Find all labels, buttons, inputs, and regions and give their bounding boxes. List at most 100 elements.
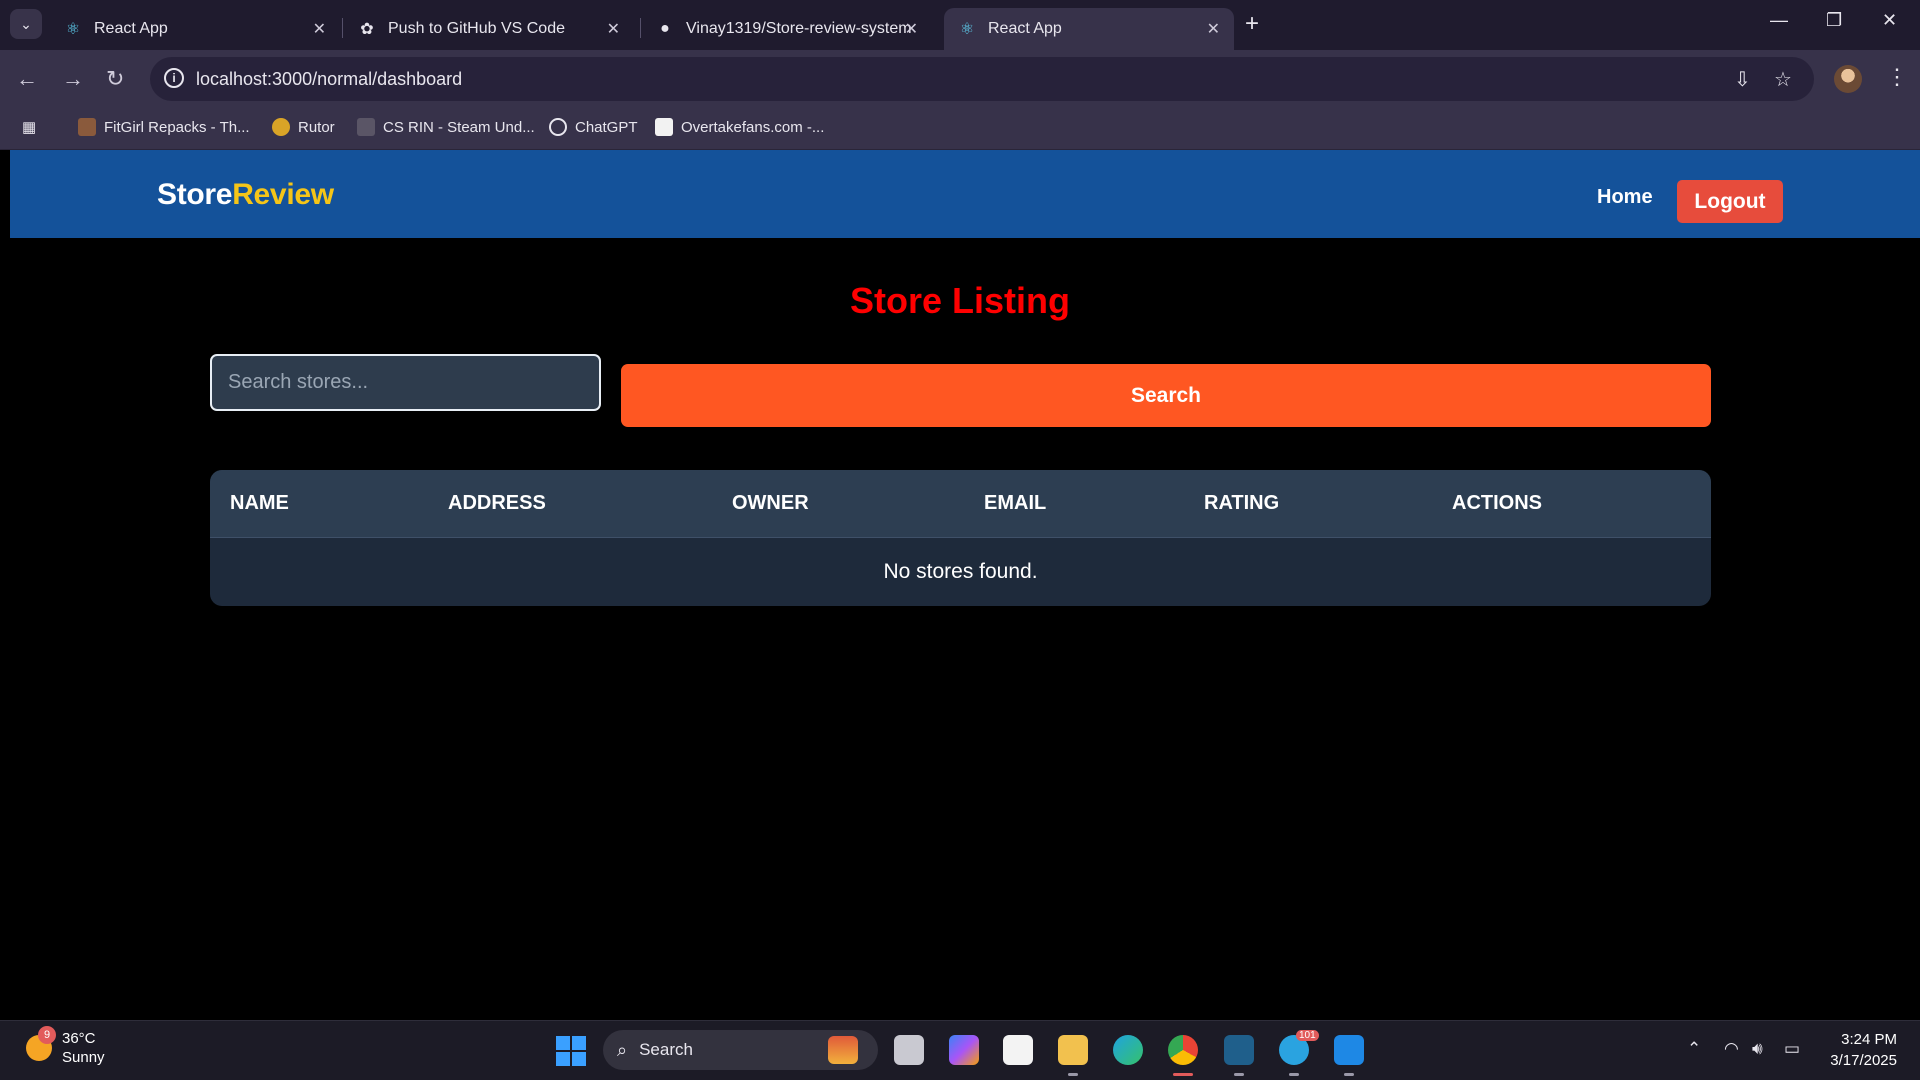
taskbar-search-label: Search xyxy=(639,1040,693,1059)
search-input[interactable] xyxy=(210,354,601,411)
bookmark-chatgpt[interactable]: ChatGPT xyxy=(549,118,638,136)
fitgirl-icon xyxy=(78,118,96,136)
apps-grid-icon[interactable]: ▦ xyxy=(22,118,36,136)
tab-react-app-active[interactable]: ⚛ React App ✕ xyxy=(944,8,1234,50)
running-indicator xyxy=(1068,1073,1078,1076)
volume-icon[interactable]: 🔊︎ xyxy=(1752,1039,1763,1059)
tab-search-chevron-icon[interactable]: ⌄ xyxy=(10,9,42,39)
column-header-actions: ACTIONS xyxy=(1452,492,1542,514)
column-header-address: ADDRESS xyxy=(448,492,546,514)
restore-icon[interactable]: ❐ xyxy=(1826,10,1842,31)
forward-arrow-icon[interactable]: → xyxy=(62,66,84,92)
bookmark-fitgirl[interactable]: FitGirl Repacks - Th... xyxy=(78,118,250,136)
column-header-owner: OWNER xyxy=(732,492,809,514)
nav-home-link[interactable]: Home xyxy=(1597,186,1653,209)
running-indicator xyxy=(1344,1073,1354,1076)
task-view-icon[interactable] xyxy=(894,1035,924,1065)
browser-tab-strip: ⌄ ⚛ React App ✕ ✿ Push to GitHub VS Code… xyxy=(0,0,1920,50)
vscode-icon[interactable] xyxy=(1334,1035,1364,1065)
bookmark-label: Rutor xyxy=(298,118,335,136)
close-icon[interactable]: ✕ xyxy=(1207,19,1220,39)
bookmark-label: CS RIN - Steam Und... xyxy=(383,118,535,136)
microsoft-store-icon[interactable] xyxy=(1003,1035,1033,1065)
tab-divider xyxy=(342,18,343,38)
search-button[interactable]: Search xyxy=(621,364,1711,427)
tab-react-app-1[interactable]: ⚛ React App ✕ xyxy=(50,8,340,50)
weather-widget[interactable]: 9 36°C Sunny xyxy=(26,1026,105,1067)
brand-part-store: Store xyxy=(157,178,233,211)
window-close-icon[interactable]: ✕ xyxy=(1882,10,1897,31)
logout-button[interactable]: Logout xyxy=(1677,180,1783,223)
csrin-icon xyxy=(357,118,375,136)
bookmarks-bar: ▦ FitGirl Repacks - Th... Rutor CS RIN -… xyxy=(0,108,1920,150)
screen: ⌄ ⚛ React App ✕ ✿ Push to GitHub VS Code… xyxy=(0,0,1920,1080)
url-text[interactable]: localhost:3000/normal/dashboard xyxy=(196,69,462,90)
close-icon[interactable]: ✕ xyxy=(607,19,620,39)
active-indicator xyxy=(1173,1073,1193,1076)
brand-part-review: Review xyxy=(232,178,334,211)
react-icon: ⚛ xyxy=(959,21,975,38)
bookmark-overtakefans[interactable]: Overtakefans.com -... xyxy=(655,118,824,136)
sun-icon: 9 xyxy=(26,1026,56,1061)
react-icon: ⚛ xyxy=(65,21,81,38)
minimize-icon[interactable]: — xyxy=(1770,10,1788,31)
tab-title: Push to GitHub VS Code xyxy=(388,20,565,37)
brand-logo[interactable]: StoreReview xyxy=(157,178,334,212)
chatgpt-icon: ✿ xyxy=(360,21,374,38)
chatgpt-icon xyxy=(549,118,567,136)
bookmark-csrin[interactable]: CS RIN - Steam Und... xyxy=(357,118,535,136)
reload-icon[interactable]: ↻ xyxy=(106,66,124,92)
close-icon[interactable]: ✕ xyxy=(905,19,918,39)
stores-table: NAME ADDRESS OWNER EMAIL RATING ACTIONS … xyxy=(210,470,1711,606)
profile-avatar[interactable] xyxy=(1834,65,1862,93)
address-bar[interactable]: i localhost:3000/normal/dashboard ⇩ ☆ xyxy=(150,57,1814,101)
edge-icon[interactable] xyxy=(1113,1035,1143,1065)
mysql-workbench-icon[interactable] xyxy=(1224,1035,1254,1065)
column-header-email: EMAIL xyxy=(984,492,1047,514)
bookmark-rutor[interactable]: Rutor xyxy=(272,118,335,136)
search-icon: ⌕ xyxy=(617,1039,628,1060)
browser-toolbar: ← → ↻ i localhost:3000/normal/dashboard … xyxy=(0,50,1920,108)
overtake-icon xyxy=(655,118,673,136)
github-icon: ● xyxy=(660,20,670,37)
search-highlight-icon xyxy=(828,1036,858,1064)
more-menu-icon[interactable]: ⋮ xyxy=(1886,64,1908,90)
install-app-icon[interactable]: ⇩ xyxy=(1734,67,1751,92)
taskbar-search[interactable]: ⌕ Search xyxy=(603,1030,878,1070)
clock-time: 3:24 PM xyxy=(1841,1031,1897,1048)
column-header-rating: RATING xyxy=(1204,492,1280,514)
site-info-icon[interactable]: i xyxy=(164,68,184,88)
bookmark-label: FitGirl Repacks - Th... xyxy=(104,118,250,136)
back-arrow-icon[interactable]: ← xyxy=(16,66,38,92)
chrome-icon[interactable] xyxy=(1168,1035,1198,1065)
file-explorer-icon[interactable] xyxy=(1058,1035,1088,1065)
windows-start-icon[interactable] xyxy=(556,1036,586,1066)
close-icon[interactable]: ✕ xyxy=(313,19,326,39)
tab-github-repo[interactable]: ● Vinay1319/Store-review-system ✕ xyxy=(642,8,932,50)
wifi-icon[interactable]: ◠ xyxy=(1724,1039,1739,1059)
tray-chevron-up-icon[interactable]: ⌃ xyxy=(1687,1039,1701,1059)
empty-state-message: No stores found. xyxy=(883,560,1038,583)
system-clock[interactable]: 3:24 PM 3/17/2025 xyxy=(1822,1029,1897,1071)
windows-taskbar: 9 36°C Sunny ⌕ Search 101 ⌃ ◠ 🔊︎ ▭ 3:24 … xyxy=(0,1020,1920,1080)
page-title: Store Listing xyxy=(849,280,1070,321)
running-indicator xyxy=(1234,1073,1244,1076)
battery-icon[interactable]: ▭ xyxy=(1784,1039,1800,1059)
table-header: NAME ADDRESS OWNER EMAIL RATING ACTIONS xyxy=(210,470,1711,538)
telegram-badge: 101 xyxy=(1296,1030,1319,1041)
notification-badge: 9 xyxy=(38,1026,56,1044)
clock-date: 3/17/2025 xyxy=(1830,1052,1897,1069)
copilot-icon[interactable] xyxy=(949,1035,979,1065)
running-indicator xyxy=(1289,1073,1299,1076)
tab-divider xyxy=(640,18,641,38)
weather-condition: Sunny xyxy=(62,1049,105,1066)
rutor-icon xyxy=(272,118,290,136)
tab-title: Vinay1319/Store-review-system xyxy=(686,20,912,37)
web-page: StoreReview Home Logout Store Listing Se… xyxy=(10,150,1920,1020)
new-tab-plus-icon[interactable]: + xyxy=(1245,12,1259,36)
weather-temp: 36°C xyxy=(62,1030,96,1047)
bookmark-label: Overtakefans.com -... xyxy=(681,118,825,136)
tab-title: React App xyxy=(988,20,1062,37)
tab-push-github[interactable]: ✿ Push to GitHub VS Code ✕ xyxy=(344,8,634,50)
bookmark-star-icon[interactable]: ☆ xyxy=(1774,67,1792,92)
